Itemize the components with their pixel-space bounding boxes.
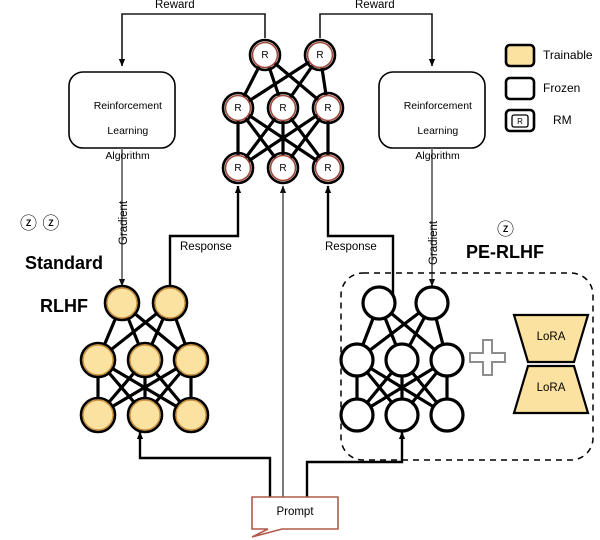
standard-rlhf-line2: RLHF (40, 295, 88, 316)
reward-flow-right (319, 13, 436, 67)
trainable-node (103, 284, 141, 322)
legend-label-rm: RM (553, 113, 572, 127)
prompt-to-right-policy (305, 431, 406, 497)
rl-left-line1: Reinforcement (93, 100, 162, 113)
svg-text:R: R (234, 103, 241, 114)
svg-text:R: R (234, 163, 241, 174)
label-response-right: Response (325, 241, 377, 253)
legend-swatch-rm: R (504, 108, 536, 133)
rm-node: R (221, 91, 255, 125)
reward-flow-left (118, 13, 266, 67)
frozen-node (361, 285, 397, 321)
rm-node: R (248, 38, 282, 72)
rl-right-line2: Learning (417, 125, 459, 138)
trainable-node (172, 341, 210, 379)
frozen-node (384, 342, 420, 378)
rl-algorithm-label-left: Reinforcement Learning Algorithm (67, 88, 177, 175)
rl-right-line3: Algorithm (415, 149, 460, 162)
label-gradient-right: Gradient (428, 220, 440, 265)
svg-text:R: R (279, 103, 286, 114)
trainable-node (79, 396, 117, 434)
standard-rlhf-line1: Standard (25, 253, 104, 274)
cost-icons-standard-rlhf: ⓩ ⓩ (20, 214, 60, 234)
legend-swatch-frozen (504, 76, 536, 101)
frozen-node (414, 285, 450, 321)
trainable-node (126, 341, 164, 379)
rm-node: R (266, 91, 300, 125)
lora-top-label: LoRA (536, 331, 566, 343)
method-label-standard-rlhf: Standard RLHF (0, 232, 108, 338)
rm-node: R (266, 151, 300, 185)
rl-right-line1: Reinforcement (403, 100, 472, 113)
svg-text:R: R (324, 163, 331, 174)
label-gradient-left: Gradient (118, 200, 130, 245)
svg-text:R: R (261, 50, 268, 61)
trainable-node (172, 396, 210, 434)
plus-icon (469, 339, 506, 376)
prompt-label[interactable]: Prompt (260, 506, 330, 520)
frozen-node (429, 397, 465, 433)
rl-left-line3: Algorithm (105, 149, 150, 162)
rm-node: R (311, 91, 345, 125)
legend-swatch-trainable (504, 43, 536, 68)
svg-text:R: R (324, 103, 331, 114)
rl-left-line2: Learning (107, 125, 149, 138)
frozen-node (339, 342, 375, 378)
label-reward-left: Reward (155, 0, 195, 11)
trainable-node (79, 341, 117, 379)
rm-node: R (221, 151, 255, 185)
frozen-node (384, 397, 420, 433)
label-response-left: Response (180, 241, 232, 253)
frozen-node (429, 342, 465, 378)
method-label-pe-rlhf: PE-RLHF (466, 242, 544, 262)
rm-node: R (311, 151, 345, 185)
legend-label-trainable: Trainable (543, 48, 593, 62)
rl-algorithm-label-right: Reinforcement Learning Algorithm (377, 88, 487, 175)
svg-text:R: R (316, 50, 323, 61)
rm-node: R (303, 38, 337, 72)
lora-bottom-label: LoRA (536, 382, 566, 394)
diagram-canvas: R R R R R R R R R Reward Reward Reinforc… (0, 0, 600, 540)
label-reward-right: Reward (355, 0, 395, 11)
legend-label-frozen: Frozen (543, 81, 581, 95)
frozen-node (339, 397, 375, 433)
svg-text:R: R (517, 117, 523, 126)
trainable-node (126, 396, 164, 434)
prompt-to-left-policy (136, 431, 272, 497)
cost-icons-pe-rlhf: ⓩ (497, 220, 514, 240)
trainable-node (151, 284, 189, 322)
svg-text:R: R (279, 163, 286, 174)
